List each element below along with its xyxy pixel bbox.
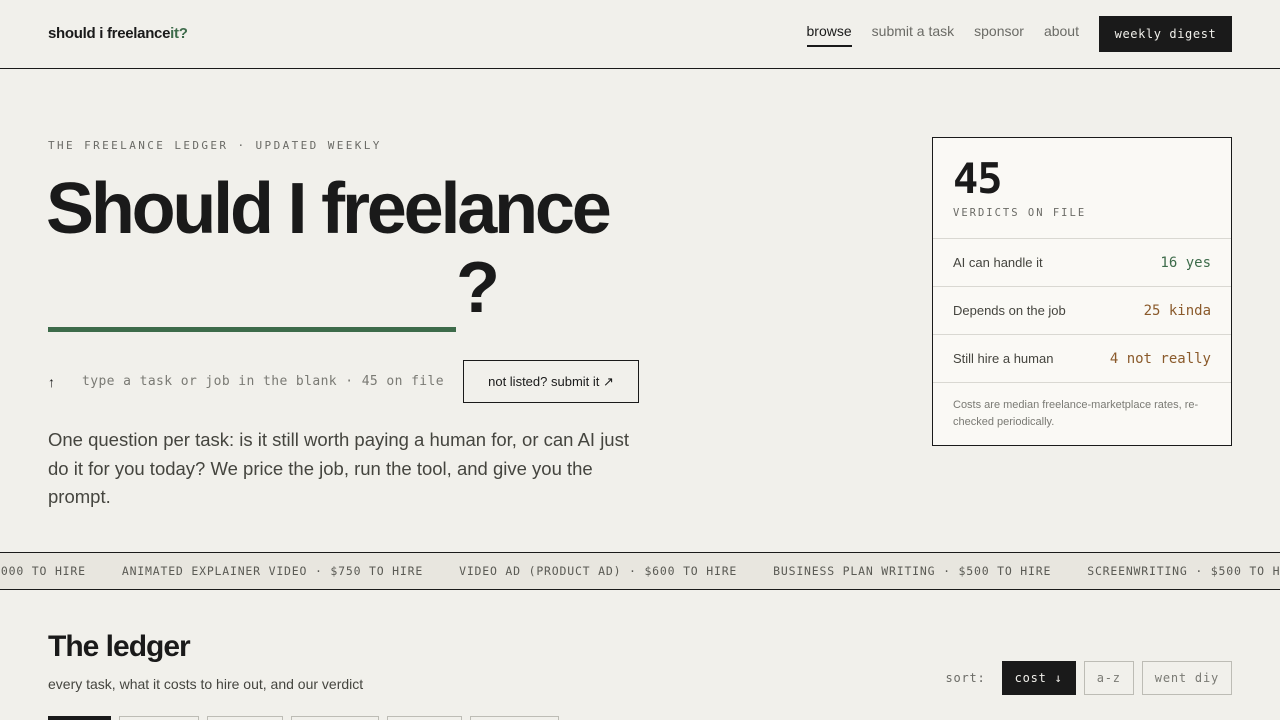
stat-label: AI can handle it bbox=[953, 255, 1043, 270]
sort-went-diy-button[interactable]: went diy bbox=[1141, 661, 1232, 695]
stat-value: 25 kinda bbox=[1143, 302, 1211, 319]
cost-ticker: $15,000 TO HIRE ANIMATED EXPLAINER VIDEO… bbox=[0, 552, 1280, 590]
ticker-item: SCREENWRITING · $500 TO HIRE bbox=[1087, 564, 1280, 578]
hint-text: type a task or job in the blank · 45 on … bbox=[82, 374, 444, 389]
sort-az-button[interactable]: a-z bbox=[1083, 661, 1134, 695]
stat-value: 4 not really bbox=[1109, 350, 1211, 367]
nav-sponsor[interactable]: sponsor bbox=[974, 16, 1024, 47]
nav-about[interactable]: about bbox=[1044, 16, 1079, 47]
nav-submit-a-task[interactable]: submit a task bbox=[872, 16, 954, 47]
sort-cost-button[interactable]: cost ↓ bbox=[1001, 661, 1076, 695]
filter-chip[interactable] bbox=[387, 716, 462, 720]
ticker-item: $15,000 TO HIRE bbox=[0, 564, 86, 578]
ticker-item: VIDEO AD (PRODUCT AD) · $600 TO HIRE bbox=[459, 564, 738, 578]
hero-lede: One question per task: is it still worth… bbox=[48, 429, 629, 507]
stat-row-kinda: Depends on the job 25 kinda bbox=[933, 287, 1231, 335]
ticker-item: BUSINESS PLAN WRITING · $500 TO HIRE bbox=[773, 564, 1052, 578]
sort-label: sort: bbox=[945, 671, 986, 685]
site-header: should i freelanceit? browse submit a ta… bbox=[0, 0, 1280, 69]
submit-task-button[interactable]: not listed? submit it ↗ bbox=[463, 360, 639, 403]
filter-chip[interactable] bbox=[207, 716, 283, 720]
filter-chip[interactable] bbox=[48, 716, 111, 720]
verdict-count-label: VERDICTS ON FILE bbox=[953, 207, 1087, 219]
site-logo[interactable]: should i freelanceit? bbox=[48, 25, 188, 42]
stat-label: Still hire a human bbox=[953, 351, 1054, 366]
arrow-up-icon: ↑ bbox=[48, 373, 55, 390]
main-nav: browse submit a task sponsor about weekl… bbox=[806, 16, 1232, 52]
verdict-count-block: 45 VERDICTS ON FILE bbox=[933, 138, 1231, 239]
hero-question-mark: ? bbox=[456, 248, 500, 328]
filter-chip[interactable] bbox=[119, 716, 199, 720]
weekly-digest-button[interactable]: weekly digest bbox=[1099, 16, 1232, 52]
ticker-item: ANIMATED EXPLAINER VIDEO · $750 TO HIRE bbox=[121, 564, 424, 578]
stat-row-not-really: Still hire a human 4 not really bbox=[933, 335, 1231, 383]
logo-text: should i freelance bbox=[48, 25, 171, 42]
stats-footnote: Costs are median freelance-marketplace r… bbox=[953, 399, 1199, 428]
ticker-track: $15,000 TO HIRE ANIMATED EXPLAINER VIDEO… bbox=[0, 564, 1280, 578]
stat-row-yes: AI can handle it 16 yes bbox=[933, 239, 1231, 287]
nav-browse[interactable]: browse bbox=[806, 16, 852, 47]
ledger-title: The ledger bbox=[48, 630, 191, 663]
hint-row: ↑ type a task or job in the blank · 45 o… bbox=[48, 360, 639, 403]
hero-title: Should I freelance bbox=[46, 169, 612, 249]
ledger-subtitle: every task, what it costs to hire out, a… bbox=[48, 676, 364, 692]
filter-chip[interactable] bbox=[470, 716, 559, 720]
sort-controls: sort: cost ↓ a-z went diy bbox=[945, 661, 1232, 695]
verdict-count: 45 bbox=[953, 154, 1003, 203]
verdict-stats-card: 45 VERDICTS ON FILE AI can handle it 16 … bbox=[932, 137, 1232, 446]
task-blank-input[interactable] bbox=[48, 327, 456, 332]
filter-chip[interactable] bbox=[291, 716, 379, 720]
stat-value: 16 yes bbox=[1160, 254, 1211, 271]
stat-label: Depends on the job bbox=[953, 303, 1066, 318]
hero-eyebrow: THE FREELANCE LEDGER · UPDATED WEEKLY bbox=[48, 139, 382, 152]
logo-accent: it? bbox=[170, 25, 188, 42]
